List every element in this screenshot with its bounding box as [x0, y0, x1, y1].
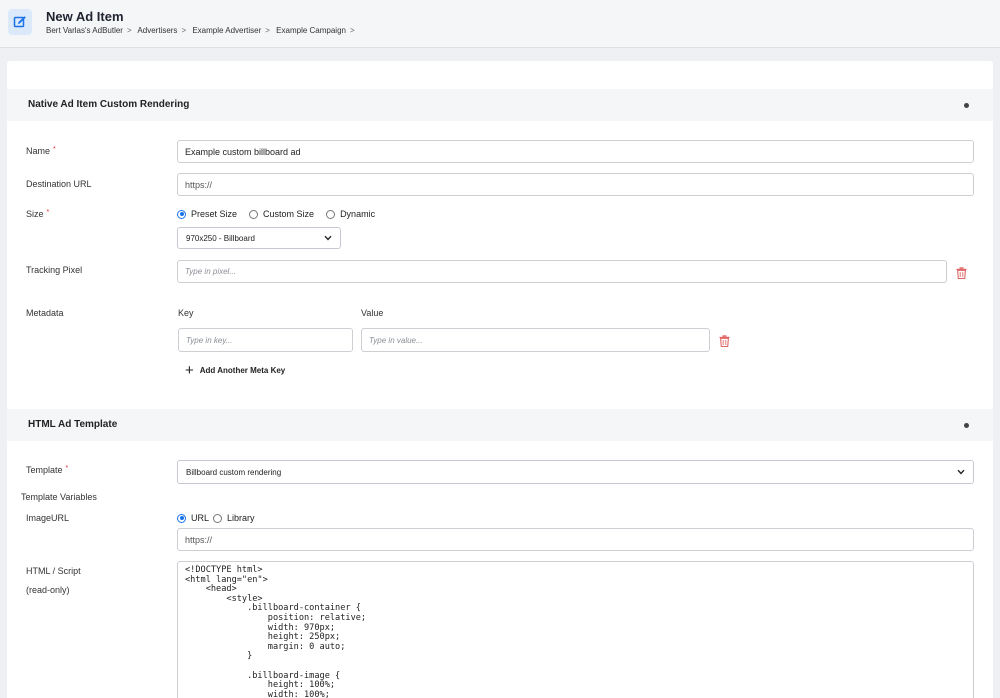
breadcrumb-item-advertiser[interactable]: Example Advertiser: [192, 26, 261, 35]
name-input[interactable]: Example custom billboard ad: [177, 140, 974, 163]
code-line: margin: 0 auto;: [185, 641, 346, 652]
image-url-label: ImageURL: [26, 513, 70, 523]
code-line: }: [185, 651, 253, 662]
metadata-key-label: Key: [178, 308, 194, 318]
radio-unselected[interactable]: [249, 209, 259, 219]
size-radio-group: Preset Size Custom Size Dynamic: [177, 209, 387, 219]
breadcrumb-separator: >: [265, 26, 270, 35]
breadcrumb-item-advertisers[interactable]: Advertisers: [137, 26, 177, 35]
image-url-input[interactable]: https://: [177, 528, 974, 551]
breadcrumb: Bert Varlas's AdButler > Advertisers > Exa…: [46, 26, 359, 35]
code-line: <head>: [185, 584, 237, 595]
html-script-label: HTML / Script: [26, 566, 81, 576]
breadcrumb-separator: >: [181, 26, 187, 35]
radio-selected[interactable]: [177, 513, 186, 523]
image-source-url[interactable]: URL: [177, 513, 209, 523]
radio-unselected[interactable]: [326, 209, 336, 219]
preset-size-select[interactable]: 970x250 - Billboard: [177, 227, 341, 249]
tracking-pixel-input[interactable]: Type in pixel...: [177, 260, 947, 283]
size-label: Size *: [26, 209, 50, 219]
collapse-dot-icon[interactable]: [964, 423, 969, 428]
edit-icon: [8, 9, 32, 35]
read-only-label: (read-only): [26, 585, 70, 595]
delete-pixel-trash-icon[interactable]: [955, 266, 967, 279]
breadcrumb-separator: >: [349, 26, 355, 35]
metadata-value-input[interactable]: Type in value...: [361, 328, 710, 352]
image-source-radio-group: URL Library: [177, 513, 267, 523]
breadcrumb-item-adbutler[interactable]: Bert Varlas's AdButler: [46, 26, 123, 35]
code-line: <html lang="en">: [185, 574, 268, 585]
name-label: Name *: [26, 146, 56, 156]
template-label: Template *: [26, 465, 69, 475]
html-script-textarea[interactable]: <!DOCTYPE html> <html lang="en"> <head> <…: [177, 561, 974, 698]
radio-selected[interactable]: [177, 209, 186, 219]
destination-url-input[interactable]: https://: [177, 173, 974, 196]
radio-unselected[interactable]: [213, 513, 223, 523]
size-option-dynamic[interactable]: Dynamic: [326, 209, 375, 219]
collapse-dot-icon[interactable]: [964, 103, 969, 108]
chevron-down-icon: [957, 469, 965, 475]
chevron-down-icon: [324, 235, 332, 241]
metadata-label: Metadata: [26, 308, 64, 318]
image-source-library[interactable]: Library: [213, 513, 255, 523]
destination-url-label: Destination URL: [26, 179, 92, 189]
page-header: New Ad Item Bert Varlas's AdButler > Adve…: [0, 0, 1000, 48]
page-title: New Ad Item: [46, 9, 124, 24]
template-variables-label: Template Variables: [21, 492, 97, 502]
template-select[interactable]: Billboard custom rendering: [177, 460, 974, 484]
section-title: Native Ad Item Custom Rendering: [28, 99, 190, 110]
size-option-custom[interactable]: Custom Size: [249, 209, 314, 219]
delete-meta-trash-icon[interactable]: [718, 334, 730, 347]
tracking-pixel-label: Tracking Pixel: [26, 265, 83, 275]
metadata-key-input[interactable]: Type in key...: [178, 328, 353, 352]
breadcrumb-separator: >: [126, 26, 132, 35]
plus-icon: +: [185, 362, 194, 379]
code-line: width: 100%;: [185, 689, 330, 698]
code-line: <!DOCTYPE html>: [185, 565, 263, 575]
size-option-preset[interactable]: Preset Size: [177, 209, 237, 219]
add-meta-key-button[interactable]: + Add Another Meta Key: [185, 363, 285, 378]
breadcrumb-item-campaign[interactable]: Example Campaign: [276, 26, 346, 35]
html-section-header[interactable]: HTML Ad Template: [7, 409, 993, 441]
metadata-value-label: Value: [361, 308, 384, 318]
section-title: HTML Ad Template: [28, 419, 118, 430]
native-section-header[interactable]: Native Ad Item Custom Rendering: [7, 89, 993, 121]
